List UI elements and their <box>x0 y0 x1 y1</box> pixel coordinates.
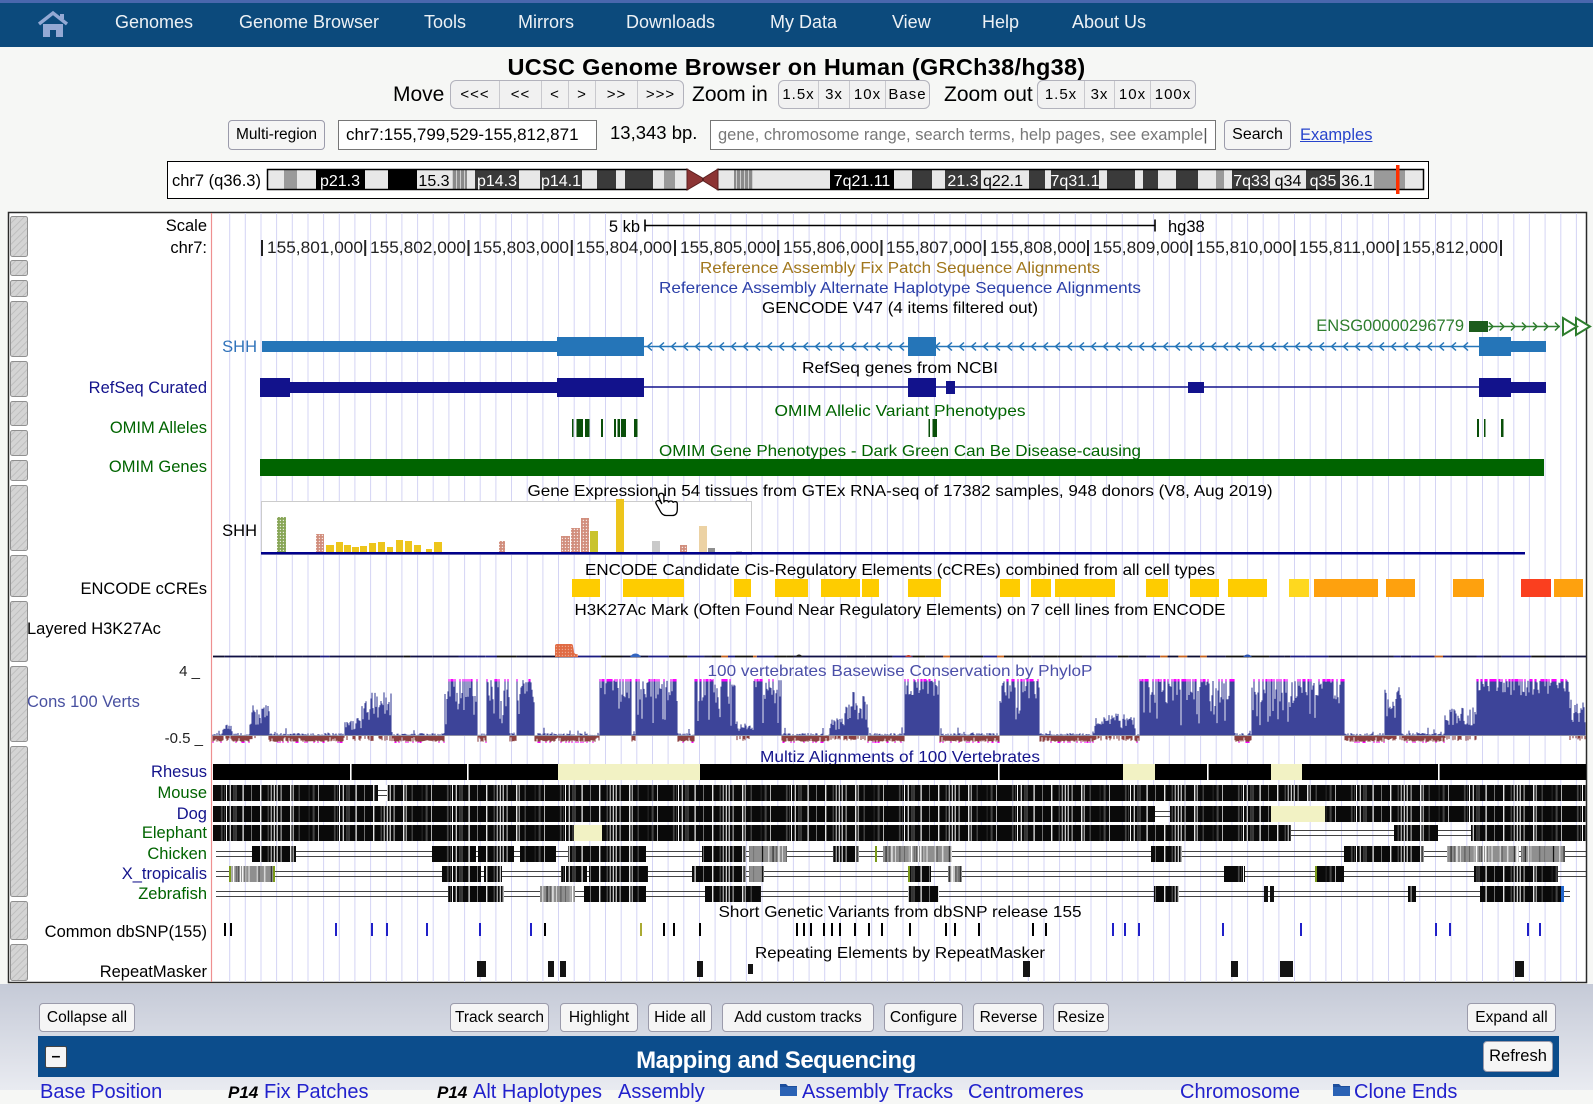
svg-text:Gene Expression in 54 tissues: Gene Expression in 54 tissues from GTEx … <box>528 483 1273 500</box>
svg-text:Multiz Alignments of 100 Verte: Multiz Alignments of 100 Vertebrates <box>760 749 1040 766</box>
svg-text:Reference Assembly Fix Patch S: Reference Assembly Fix Patch Sequence Al… <box>700 260 1100 277</box>
svg-text:p14.3: p14.3 <box>477 173 517 190</box>
svg-text:Layered H3K27Ac: Layered H3K27Ac <box>27 620 161 638</box>
svg-text:Reference Assembly Alternate H: Reference Assembly Alternate Haplotype S… <box>659 280 1141 297</box>
svg-text:SHH: SHH <box>222 522 257 540</box>
svg-text:155,808,000: 155,808,000 <box>990 239 1086 257</box>
svg-text:OMIM Gene Phenotypes - Dark Gr: OMIM Gene Phenotypes - Dark Green Can Be… <box>659 443 1141 460</box>
svg-text:100 vertebrates Basewise Conse: 100 vertebrates Basewise Conservation by… <box>708 663 1093 680</box>
svg-text:hg38: hg38 <box>1168 218 1205 236</box>
svg-text:Dog: Dog <box>177 805 207 823</box>
svg-text:36.1: 36.1 <box>1341 173 1372 190</box>
svg-text:Zebrafish: Zebrafish <box>138 885 207 903</box>
svg-text:155,805,000: 155,805,000 <box>680 239 776 257</box>
svg-text:chr7 (q36.3): chr7 (q36.3) <box>172 172 261 190</box>
svg-text:4 _: 4 _ <box>179 663 201 680</box>
svg-text:RefSeq genes from NCBI: RefSeq genes from NCBI <box>802 360 998 377</box>
svg-text:Elephant: Elephant <box>142 824 208 842</box>
svg-text:21.3: 21.3 <box>947 173 978 190</box>
svg-text:155,801,000: 155,801,000 <box>267 239 363 257</box>
svg-text:OMIM Alleles: OMIM Alleles <box>110 419 207 437</box>
svg-text:155,809,000: 155,809,000 <box>1093 239 1189 257</box>
svg-text:Chicken: Chicken <box>147 845 207 863</box>
svg-text:Cons 100 Verts: Cons 100 Verts <box>27 693 140 711</box>
svg-text:Short Genetic Variants from db: Short Genetic Variants from dbSNP releas… <box>719 904 1082 921</box>
svg-text:155,804,000: 155,804,000 <box>576 239 672 257</box>
svg-text:5 kb: 5 kb <box>609 218 640 236</box>
svg-text:H3K27Ac Mark (Often Found Near: H3K27Ac Mark (Often Found Near Regulator… <box>575 602 1226 619</box>
svg-text:7q31.1: 7q31.1 <box>1051 173 1100 190</box>
svg-text:15.3: 15.3 <box>418 173 449 190</box>
svg-text:155,811,000: 155,811,000 <box>1299 239 1395 257</box>
svg-text:ENCODE Candidate Cis-Regulator: ENCODE Candidate Cis-Regulatory Elements… <box>585 562 1215 579</box>
svg-text:Common dbSNP(155): Common dbSNP(155) <box>45 923 207 941</box>
svg-text:-0.5 _: -0.5 _ <box>165 730 204 747</box>
svg-text:q34: q34 <box>1275 173 1302 190</box>
svg-text:OMIM Genes: OMIM Genes <box>109 458 207 476</box>
svg-text:p21.3: p21.3 <box>320 173 360 190</box>
svg-text:155,802,000: 155,802,000 <box>370 239 466 257</box>
svg-text:X_tropicalis: X_tropicalis <box>122 865 207 883</box>
svg-text:Scale: Scale <box>166 217 207 235</box>
svg-text:ENSG00000296779: ENSG00000296779 <box>1316 317 1464 335</box>
svg-text:155,803,000: 155,803,000 <box>473 239 569 257</box>
svg-text:7q33: 7q33 <box>1233 173 1269 190</box>
svg-text:155,807,000: 155,807,000 <box>886 239 982 257</box>
svg-text:7q21.11: 7q21.11 <box>834 173 891 190</box>
svg-text:Mouse: Mouse <box>157 784 207 802</box>
svg-text:155,806,000: 155,806,000 <box>783 239 879 257</box>
svg-text:RefSeq Curated: RefSeq Curated <box>89 379 207 397</box>
svg-text:q22.1: q22.1 <box>983 173 1023 190</box>
svg-text:ENCODE cCREs: ENCODE cCREs <box>80 580 207 598</box>
svg-text:RepeatMasker: RepeatMasker <box>100 963 208 981</box>
svg-text:155,810,000: 155,810,000 <box>1196 239 1292 257</box>
svg-text:Repeating Elements by RepeatMa: Repeating Elements by RepeatMasker <box>755 945 1046 962</box>
svg-text:q35: q35 <box>1310 173 1337 190</box>
svg-text:Rhesus: Rhesus <box>151 763 207 781</box>
svg-text:chr7:: chr7: <box>170 239 207 257</box>
svg-text:p14.1: p14.1 <box>541 173 581 190</box>
svg-text:GENCODE V47 (4 items filtered: GENCODE V47 (4 items filtered out) <box>762 300 1038 317</box>
svg-text:OMIM Allelic Variant Phenotype: OMIM Allelic Variant Phenotypes <box>775 403 1026 420</box>
svg-text:SHH: SHH <box>222 338 257 356</box>
svg-text:155,812,000: 155,812,000 <box>1402 239 1498 257</box>
